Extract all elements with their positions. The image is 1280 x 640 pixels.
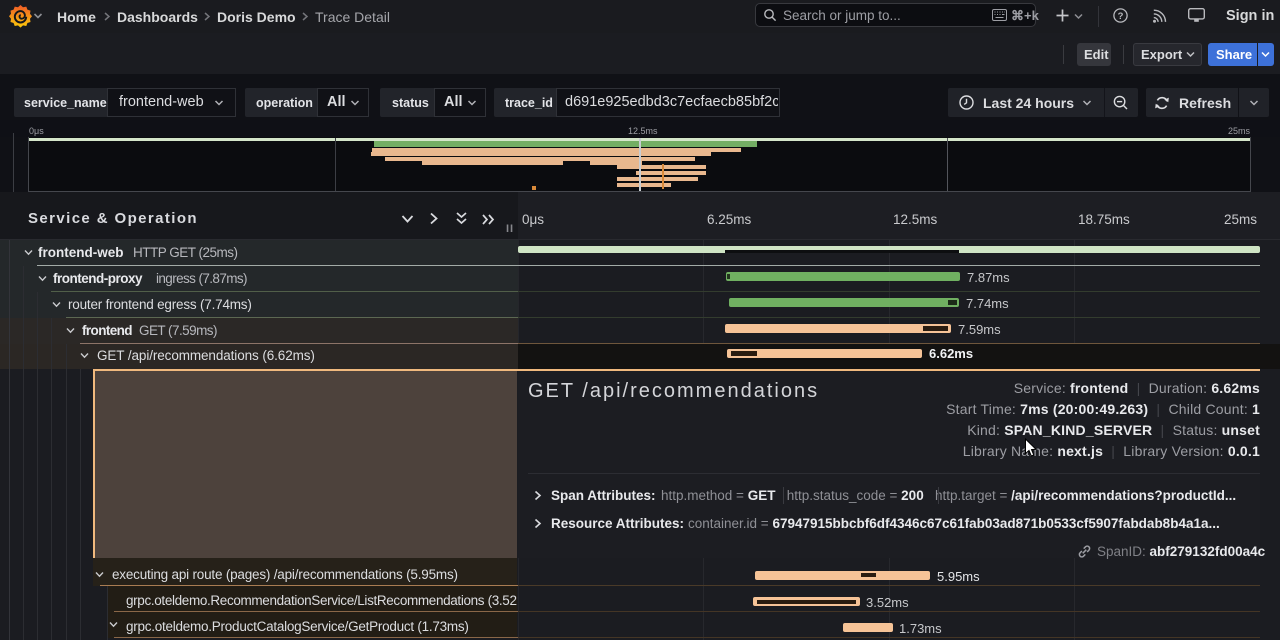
svg-text:?: ? <box>1118 11 1124 22</box>
